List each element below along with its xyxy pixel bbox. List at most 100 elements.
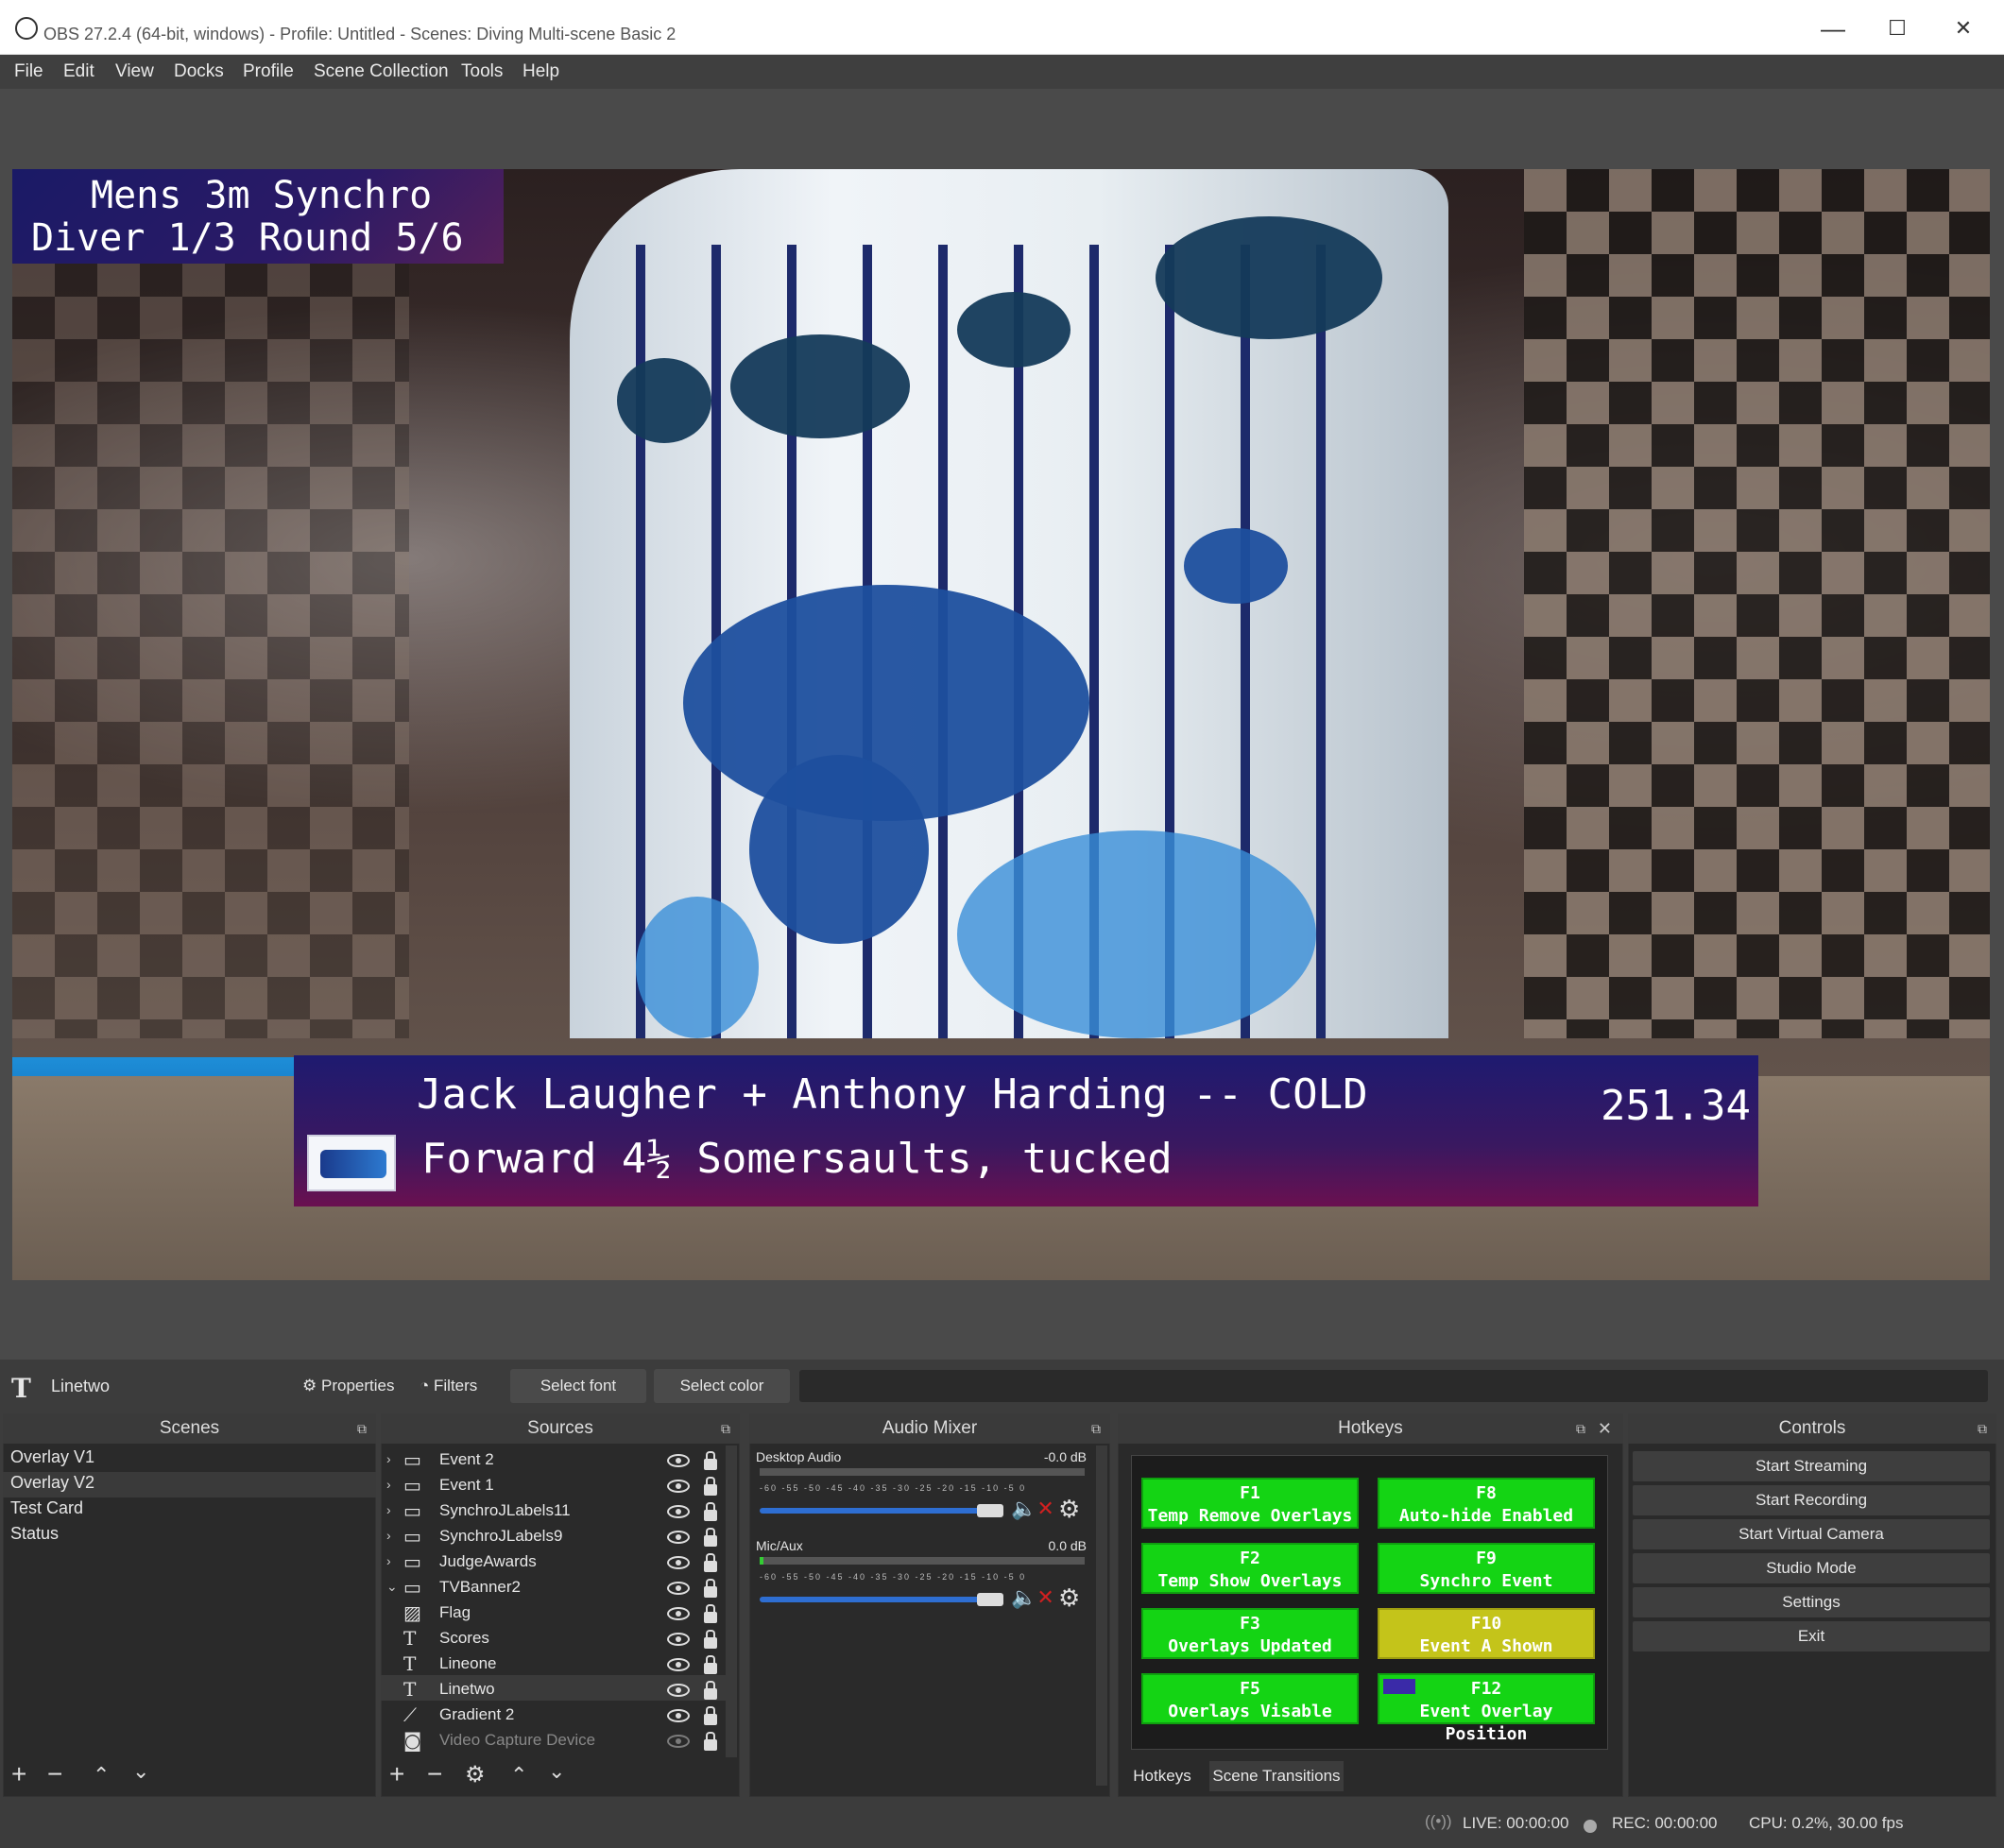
hotkey-button-f5[interactable]: F5 Overlays Visable xyxy=(1141,1673,1359,1724)
chevron-right-icon[interactable]: › xyxy=(386,1502,391,1517)
undock-icon[interactable]: ⧉ xyxy=(1576,1413,1585,1444)
chevron-right-icon[interactable]: › xyxy=(386,1528,391,1543)
maximize-button[interactable]: ☐ xyxy=(1869,13,1926,43)
menu-help[interactable]: Help xyxy=(522,61,559,82)
lock-icon[interactable] xyxy=(704,1604,717,1623)
lock-icon[interactable] xyxy=(704,1553,717,1572)
scene-item[interactable]: Overlay V1 xyxy=(10,1447,94,1467)
undock-icon[interactable]: ⧉ xyxy=(1091,1413,1101,1444)
hotkey-button-f10[interactable]: F10 Event A Shown xyxy=(1378,1608,1595,1659)
tab-hotkeys[interactable]: Hotkeys xyxy=(1120,1761,1205,1791)
sources-scrollbar[interactable] xyxy=(726,1446,737,1757)
chevron-down-icon[interactable]: ⌄ xyxy=(386,1579,398,1595)
eye-icon[interactable] xyxy=(667,1582,690,1595)
start-virtual-camera-button[interactable]: Start Virtual Camera xyxy=(1633,1519,1990,1549)
select-font-button[interactable]: Select font xyxy=(510,1369,646,1403)
studio-mode-button[interactable]: Studio Mode xyxy=(1633,1553,1990,1583)
menu-view[interactable]: View xyxy=(115,61,154,82)
volume-slider-handle[interactable] xyxy=(977,1593,1003,1606)
close-dock-icon[interactable]: ✕ xyxy=(1598,1413,1612,1444)
lock-icon[interactable] xyxy=(704,1681,717,1700)
lock-icon[interactable] xyxy=(704,1655,717,1674)
move-source-down-button[interactable]: ⌄ xyxy=(548,1759,565,1784)
hotkey-button-f12[interactable]: F12 Event Overlay Position xyxy=(1378,1673,1595,1744)
eye-icon[interactable] xyxy=(667,1556,690,1569)
scene-item[interactable]: Status xyxy=(10,1524,59,1544)
eye-icon[interactable] xyxy=(667,1684,690,1697)
close-button[interactable]: ✕ xyxy=(1935,13,1992,43)
eye-icon[interactable] xyxy=(667,1658,690,1671)
volume-slider-handle[interactable] xyxy=(977,1504,1003,1517)
eye-icon[interactable] xyxy=(667,1480,690,1493)
chevron-right-icon[interactable]: › xyxy=(386,1553,391,1568)
move-scene-down-button[interactable]: ⌄ xyxy=(132,1759,149,1784)
source-item[interactable]: ▨ Flag xyxy=(381,1600,727,1626)
hotkey-button-f8[interactable]: F8 Auto-hide Enabled xyxy=(1378,1478,1595,1529)
hotkey-button-f2[interactable]: F2 Temp Show Overlays xyxy=(1141,1543,1359,1594)
add-scene-button[interactable]: + xyxy=(11,1759,26,1789)
start-streaming-button[interactable]: Start Streaming xyxy=(1633,1451,1990,1481)
lock-icon[interactable] xyxy=(704,1579,717,1598)
menu-tools[interactable]: Tools xyxy=(461,61,503,82)
source-item[interactable]: › ▭ Event 1 xyxy=(381,1473,727,1498)
source-item[interactable]: › ▭ SynchroJLabels9 xyxy=(381,1524,727,1549)
eye-icon[interactable] xyxy=(667,1454,690,1467)
source-item[interactable]: T Scores xyxy=(381,1626,727,1651)
eye-icon[interactable] xyxy=(667,1607,690,1620)
source-properties-gear-icon[interactable]: ⚙ xyxy=(465,1761,486,1788)
undock-icon[interactable]: ⧉ xyxy=(1978,1413,1987,1444)
lock-icon[interactable] xyxy=(704,1528,717,1547)
hotkey-button-f1[interactable]: F1 Temp Remove Overlays xyxy=(1141,1478,1359,1529)
select-color-button[interactable]: Select color xyxy=(654,1369,790,1403)
settings-button[interactable]: Settings xyxy=(1633,1587,1990,1617)
eye-hidden-icon[interactable] xyxy=(667,1735,690,1748)
minimize-button[interactable]: — xyxy=(1805,13,1861,43)
hotkey-button-f3[interactable]: F3 Overlays Updated xyxy=(1141,1608,1359,1659)
source-item[interactable]: T Linetwo xyxy=(381,1677,727,1703)
lock-icon[interactable] xyxy=(704,1502,717,1521)
move-scene-up-button[interactable]: ⌃ xyxy=(93,1763,110,1788)
undock-icon[interactable]: ⧉ xyxy=(357,1413,367,1444)
text-preview-field[interactable] xyxy=(799,1370,1988,1402)
move-source-up-button[interactable]: ⌃ xyxy=(510,1763,527,1788)
lock-icon[interactable] xyxy=(704,1451,717,1470)
chevron-right-icon[interactable]: › xyxy=(386,1477,391,1492)
properties-button[interactable]: ⚙ Properties xyxy=(302,1377,394,1395)
eye-icon[interactable] xyxy=(667,1633,690,1646)
undock-icon[interactable]: ⧉ xyxy=(721,1413,730,1444)
lock-icon[interactable] xyxy=(704,1706,717,1725)
channel-settings-gear-icon[interactable]: ⚙ xyxy=(1058,1495,1080,1524)
mixer-scrollbar[interactable] xyxy=(1096,1446,1107,1786)
eye-icon[interactable] xyxy=(667,1505,690,1518)
source-item[interactable]: › ▭ Event 2 xyxy=(381,1447,727,1473)
exit-button[interactable]: Exit xyxy=(1633,1621,1990,1651)
lock-icon[interactable] xyxy=(704,1732,717,1751)
source-item[interactable]: › ▭ SynchroJLabels11 xyxy=(381,1498,727,1524)
remove-source-button[interactable]: − xyxy=(427,1759,442,1789)
chevron-right-icon[interactable]: › xyxy=(386,1451,391,1466)
menu-edit[interactable]: Edit xyxy=(63,61,94,82)
channel-settings-gear-icon[interactable]: ⚙ xyxy=(1058,1583,1080,1613)
add-source-button[interactable]: + xyxy=(389,1759,404,1789)
muted-speaker-icon[interactable]: 🔈✕ xyxy=(1011,1497,1054,1521)
lock-icon[interactable] xyxy=(704,1477,717,1496)
menu-profile[interactable]: Profile xyxy=(243,61,294,82)
filters-button[interactable]: ◔ Filters xyxy=(420,1377,477,1395)
scene-item[interactable]: Overlay V2 xyxy=(10,1473,94,1493)
eye-icon[interactable] xyxy=(667,1531,690,1544)
menu-docks[interactable]: Docks xyxy=(174,61,224,82)
source-item[interactable]: ⌄ ▭ TVBanner2 xyxy=(381,1575,727,1600)
scene-item[interactable]: Test Card xyxy=(10,1498,83,1518)
hotkey-button-f9[interactable]: F9 Synchro Event xyxy=(1378,1543,1595,1594)
eye-icon[interactable] xyxy=(667,1709,690,1722)
menu-scene-collection[interactable]: Scene Collection xyxy=(314,61,449,82)
source-item[interactable]: › ▭ JudgeAwards xyxy=(381,1549,727,1575)
volume-slider[interactable] xyxy=(760,1597,990,1602)
tab-scene-transitions[interactable]: Scene Transitions xyxy=(1209,1761,1344,1791)
volume-slider[interactable] xyxy=(760,1508,990,1514)
source-item[interactable]: ⟋ Gradient 2 xyxy=(381,1703,727,1728)
source-item[interactable]: T Lineone xyxy=(381,1651,727,1677)
source-item[interactable]: ◙ Video Capture Device xyxy=(381,1728,727,1754)
start-recording-button[interactable]: Start Recording xyxy=(1633,1485,1990,1515)
lock-icon[interactable] xyxy=(704,1630,717,1649)
